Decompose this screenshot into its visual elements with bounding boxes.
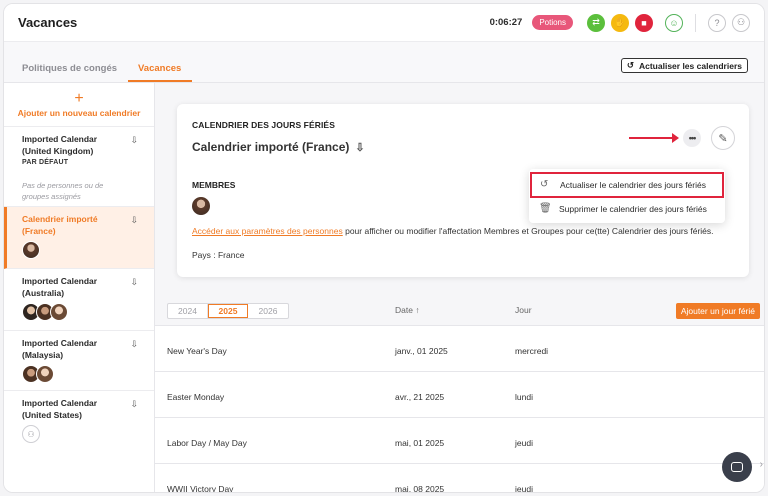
- active-tab-indicator: [128, 80, 192, 82]
- page-title: Vacances: [18, 15, 78, 30]
- members-info: Accéder aux paramètres des personnes pou…: [192, 226, 714, 236]
- sidebar-item-calendar-france[interactable]: Calendrier importé (France) ⇩: [4, 207, 154, 269]
- refresh-calendars-label: Actualiser les calendriers: [638, 60, 742, 71]
- user-status-icon[interactable]: ☺: [665, 13, 683, 32]
- swap-icon[interactable]: ⇄: [587, 13, 605, 32]
- holiday-day: jeudi: [515, 484, 533, 493]
- download-icon[interactable]: ⇩: [355, 141, 364, 154]
- members-info-text: pour afficher ou modifier l'affectation …: [342, 226, 714, 236]
- table-row: Labor Day / May Day mai, 01 2025 jeudi: [155, 417, 764, 463]
- add-holiday-button[interactable]: Ajouter un jour férié: [675, 303, 760, 319]
- holiday-day: mercredi: [515, 346, 549, 356]
- sidebar-item-calendar-us[interactable]: Imported Calendar (United States) ⚇ ⇩: [4, 391, 154, 451]
- year-2025[interactable]: 2025: [208, 304, 248, 318]
- trash-icon: 🗑: [539, 203, 552, 214]
- year-2026[interactable]: 2026: [248, 304, 288, 318]
- card-kicker: CALENDRIER DES JOURS FÉRIÉS: [192, 120, 335, 130]
- column-header-date[interactable]: Date ↑: [395, 305, 420, 315]
- holiday-date: avr., 21 2025: [395, 392, 445, 402]
- potions-badge[interactable]: Potions: [532, 15, 573, 30]
- members-label: MEMBRES: [192, 180, 236, 190]
- holiday-name: Labor Day / May Day: [167, 438, 247, 448]
- calendar-sidebar: + Ajouter un nouveau calendrier Imported…: [4, 83, 155, 492]
- year-switcher: 2024 2025 2026: [167, 303, 289, 319]
- menu-item-label: Supprimer le calendrier des jours fériés: [559, 204, 707, 214]
- add-calendar-label: Ajouter un nouveau calendrier: [17, 107, 141, 118]
- help-icon[interactable]: ?: [708, 13, 726, 32]
- no-members-icon: ⚇: [22, 425, 40, 443]
- holiday-day: lundi: [515, 392, 533, 402]
- tab-bar: Politiques de congés Vacances ↺ Actualis…: [4, 42, 764, 83]
- avatar: [50, 303, 68, 321]
- top-bar-actions: 0:06:27 Potions ⇄ ✋ ■ ☺ ? ⚇: [489, 13, 750, 32]
- calendar-name: Imported Calendar (Australia): [22, 276, 98, 298]
- avatar: [36, 365, 54, 383]
- column-header-day: Jour: [515, 305, 532, 315]
- calendar-name: Imported Calendar (United States): [22, 398, 98, 420]
- more-options-button[interactable]: •••: [683, 129, 701, 147]
- download-icon[interactable]: ⇩: [130, 339, 138, 350]
- menu-item-refresh-calendar[interactable]: ↺ Actualiser le calendrier des jours fér…: [530, 172, 724, 198]
- sidebar-item-calendar-malaysia[interactable]: Imported Calendar (Malaysia) ⇩: [4, 331, 154, 391]
- pencil-icon[interactable]: ✎: [711, 126, 735, 150]
- download-icon[interactable]: ⇩: [130, 399, 138, 410]
- options-menu: ↺ Actualiser le calendrier des jours fér…: [529, 169, 725, 223]
- chat-icon: [731, 462, 743, 472]
- tab-leave-policies[interactable]: Politiques de congés: [22, 63, 117, 74]
- table-row: New Year's Day janv., 01 2025 mercredi: [155, 325, 764, 371]
- add-calendar-button[interactable]: + Ajouter un nouveau calendrier: [4, 83, 154, 127]
- chevron-right-icon[interactable]: ›: [760, 459, 763, 470]
- timer: 0:06:27: [489, 17, 523, 28]
- table-row: Easter Monday avr., 21 2025 lundi: [155, 371, 764, 417]
- menu-item-delete-calendar[interactable]: 🗑 Supprimer le calendrier des jours féri…: [529, 198, 725, 220]
- calendar-detail-card: CALENDRIER DES JOURS FÉRIÉS Calendrier i…: [177, 104, 749, 277]
- top-bar: Vacances 0:06:27 Potions ⇄ ✋ ■ ☺ ? ⚇: [4, 4, 764, 42]
- sidebar-item-calendar-uk[interactable]: Imported Calendar (United Kingdom) PAR D…: [4, 127, 154, 207]
- calendar-name: Imported Calendar (Malaysia): [22, 338, 98, 360]
- avatar: [192, 197, 210, 215]
- member-avatars: [22, 303, 124, 321]
- download-icon[interactable]: ⇩: [130, 135, 138, 146]
- main-content: CALENDRIER DES JOURS FÉRIÉS Calendrier i…: [155, 83, 764, 493]
- holiday-date: mai, 08 2025: [395, 484, 445, 493]
- download-icon[interactable]: ⇩: [130, 215, 138, 226]
- year-2024[interactable]: 2024: [168, 304, 208, 318]
- table-row: WWII Victory Day mai, 08 2025 jeudi: [155, 463, 764, 493]
- default-badge: PAR DÉFAUT: [22, 159, 69, 166]
- member-avatars: ⚇: [22, 425, 124, 443]
- calendar-name: Calendrier importé (France): [22, 214, 98, 236]
- holiday-date: mai, 01 2025: [395, 438, 445, 448]
- app-window: Vacances 0:06:27 Potions ⇄ ✋ ■ ☺ ? ⚇ Pol…: [3, 3, 765, 493]
- plus-icon: +: [74, 89, 84, 107]
- holiday-table-header: 2024 2025 2026 Date ↑ Jour Ajouter un jo…: [155, 297, 764, 325]
- country-text: Pays : France: [192, 250, 245, 260]
- tab-holidays[interactable]: Vacances: [138, 63, 181, 74]
- holiday-day: jeudi: [515, 438, 533, 448]
- menu-item-label: Actualiser le calendrier des jours férié…: [560, 180, 706, 190]
- sidebar-item-calendar-australia[interactable]: Imported Calendar (Australia) ⇩: [4, 269, 154, 331]
- refresh-icon: ↺: [540, 179, 549, 190]
- people-settings-link[interactable]: Accéder aux paramètres des personnes: [192, 226, 343, 236]
- download-icon[interactable]: ⇩: [130, 277, 138, 288]
- holiday-name: Easter Monday: [167, 392, 225, 402]
- calendar-title: Calendrier importé (France) ⇩: [192, 140, 365, 154]
- annotation-arrow: [629, 133, 679, 143]
- refresh-calendars-button[interactable]: ↺ Actualiser les calendriers: [620, 58, 748, 73]
- hand-icon[interactable]: ✋: [611, 13, 629, 32]
- stop-icon[interactable]: ■: [635, 13, 653, 32]
- divider: [695, 13, 696, 32]
- no-members-text: Pas de personnes ou de groupes assignés: [22, 181, 104, 201]
- chat-launcher-button[interactable]: [722, 452, 752, 482]
- holiday-name: WWII Victory Day: [167, 484, 234, 493]
- people-icon[interactable]: ⚇: [732, 13, 750, 32]
- holiday-table-body: New Year's Day janv., 01 2025 mercredi E…: [155, 325, 764, 493]
- avatar: [22, 241, 40, 259]
- member-avatars: [22, 365, 124, 383]
- holiday-date: janv., 01 2025: [395, 346, 448, 356]
- refresh-icon: ↺: [626, 60, 634, 70]
- holiday-name: New Year's Day: [167, 346, 227, 356]
- member-avatars: [22, 241, 124, 259]
- calendar-name: Imported Calendar (United Kingdom): [22, 134, 98, 156]
- calendar-title-text: Calendrier importé (France): [192, 140, 350, 154]
